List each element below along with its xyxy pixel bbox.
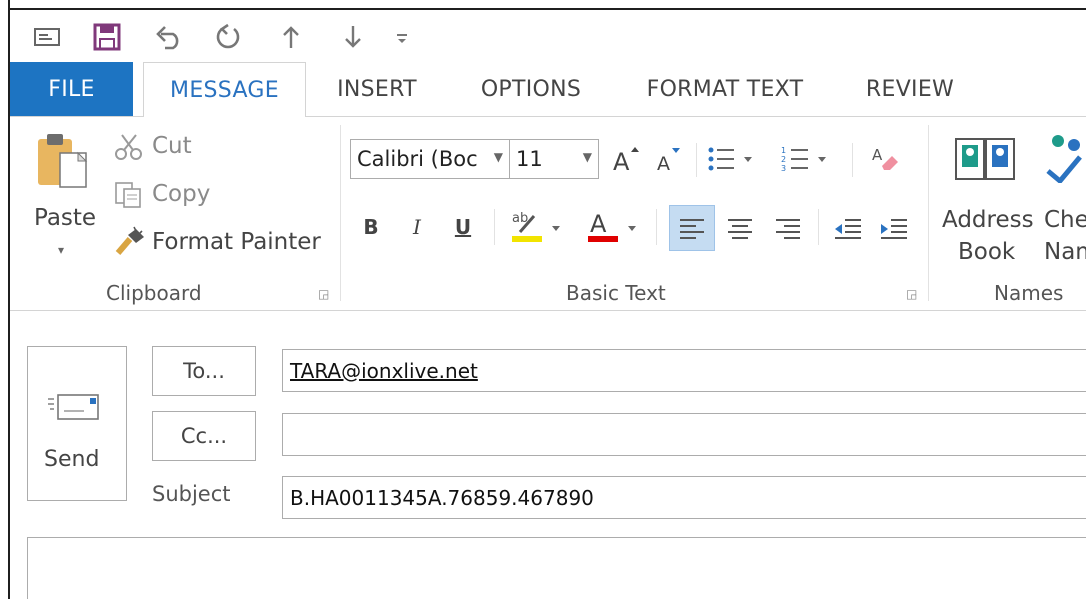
group-label-names: Names — [994, 281, 1064, 305]
bold-button[interactable]: B — [356, 209, 386, 245]
increase-indent-icon[interactable] — [874, 207, 914, 249]
highlight-icon[interactable]: ab — [506, 205, 570, 247]
underline-button[interactable]: U — [448, 209, 478, 245]
cc-button[interactable]: Cc... — [152, 411, 256, 461]
group-separator — [340, 125, 341, 301]
svg-text:A: A — [590, 210, 607, 238]
paste-button[interactable]: Paste — [34, 205, 96, 231]
tab-message[interactable]: MESSAGE — [143, 62, 306, 118]
subject-label: Subject — [152, 482, 231, 506]
font-size-combo[interactable]: 11 ▼ — [509, 139, 599, 179]
message-body[interactable] — [27, 537, 1086, 599]
tab-options[interactable]: OPTIONS — [466, 62, 596, 116]
ribbon-tab-bar: FILE MESSAGE INSERT OPTIONS FORMAT TEXT … — [10, 62, 1086, 118]
cut-icon[interactable] — [114, 133, 144, 165]
tab-format-text[interactable]: FORMAT TEXT — [630, 62, 820, 116]
chevron-down-icon[interactable]: ▼ — [583, 150, 592, 164]
undo-icon[interactable] — [154, 24, 186, 50]
tab-file[interactable]: FILE — [10, 62, 133, 116]
quick-access-toolbar — [10, 10, 1086, 62]
cut-button[interactable]: Cut — [152, 133, 192, 159]
clipboard-dialog-launcher-icon[interactable]: ◲ — [318, 287, 329, 301]
address-book-icon[interactable] — [954, 133, 1016, 185]
tab-insert[interactable]: INSERT — [322, 62, 432, 116]
numbering-icon[interactable]: 123 — [778, 141, 838, 177]
format-painter-button[interactable]: Format Painter — [152, 229, 321, 255]
format-painter-icon[interactable] — [114, 225, 148, 259]
to-button[interactable]: To... — [152, 346, 256, 396]
check-names-icon[interactable] — [1046, 131, 1086, 187]
outlook-window: FILE MESSAGE INSERT OPTIONS FORMAT TEXT … — [0, 0, 1086, 599]
toolbar-separator — [852, 143, 853, 177]
to-recipient[interactable]: TARA@ionxlive.net — [290, 359, 478, 383]
svg-text:A: A — [872, 146, 883, 164]
cc-field[interactable] — [282, 413, 1086, 456]
toolbar-separator — [494, 209, 495, 245]
arrow-up-icon[interactable] — [278, 24, 304, 50]
svg-text:A: A — [613, 148, 630, 174]
address-book-label-2[interactable]: Book — [958, 239, 1015, 265]
check-names-label-1[interactable]: Che — [1044, 207, 1086, 233]
svg-text:A: A — [657, 153, 670, 174]
toolbar-separator — [656, 209, 657, 245]
font-name-combo[interactable]: Calibri (Boc ▼ — [350, 139, 510, 179]
address-book-label-1[interactable]: Address — [942, 207, 1034, 233]
toolbar-separator — [696, 143, 697, 177]
align-right-icon[interactable] — [768, 207, 808, 249]
bullets-icon[interactable] — [704, 141, 764, 177]
decrease-indent-icon[interactable] — [828, 207, 868, 249]
copy-icon[interactable] — [114, 181, 144, 213]
redo-icon[interactable] — [212, 23, 244, 50]
group-label-clipboard: Clipboard — [106, 281, 202, 305]
svg-text:2: 2 — [781, 155, 786, 164]
send-button[interactable]: Send — [27, 346, 127, 501]
arrow-down-icon[interactable] — [340, 24, 366, 50]
send-icon — [46, 393, 106, 425]
font-size-value: 11 — [516, 147, 543, 171]
save-icon[interactable] — [92, 23, 122, 51]
paste-icon[interactable] — [34, 131, 94, 199]
group-label-basic-text: Basic Text — [566, 281, 666, 305]
to-field[interactable]: TARA@ionxlive.net — [282, 349, 1086, 392]
clear-formatting-icon[interactable]: A — [868, 141, 904, 177]
svg-text:1: 1 — [781, 146, 786, 155]
font-color-icon[interactable]: A — [582, 205, 644, 247]
message-icon[interactable] — [32, 24, 62, 50]
align-left-icon[interactable] — [669, 205, 715, 251]
group-separator — [928, 125, 929, 301]
send-label: Send — [44, 447, 100, 472]
check-names-label-2[interactable]: Nam — [1044, 239, 1086, 265]
basic-text-dialog-launcher-icon[interactable]: ◲ — [906, 287, 917, 301]
tab-review[interactable]: REVIEW — [850, 62, 970, 116]
font-name-value: Calibri (Boc — [357, 147, 478, 171]
grow-font-icon[interactable]: A — [610, 141, 642, 177]
svg-text:3: 3 — [781, 164, 786, 173]
subject-value: B.HA0011345A.76859.467890 — [290, 486, 594, 510]
shrink-font-icon[interactable]: A — [652, 141, 684, 177]
ribbon: Paste ▾ Cut Copy Format Painter Clipboar… — [10, 117, 1086, 311]
paste-dropdown-icon[interactable]: ▾ — [58, 243, 64, 257]
chevron-down-icon[interactable]: ▼ — [494, 150, 503, 164]
copy-button[interactable]: Copy — [152, 181, 210, 207]
subject-field[interactable]: B.HA0011345A.76859.467890 — [282, 476, 1086, 519]
align-center-icon[interactable] — [720, 207, 760, 249]
italic-button[interactable]: I — [402, 209, 432, 245]
customize-toolbar-icon[interactable] — [392, 24, 412, 50]
toolbar-separator — [818, 209, 819, 245]
